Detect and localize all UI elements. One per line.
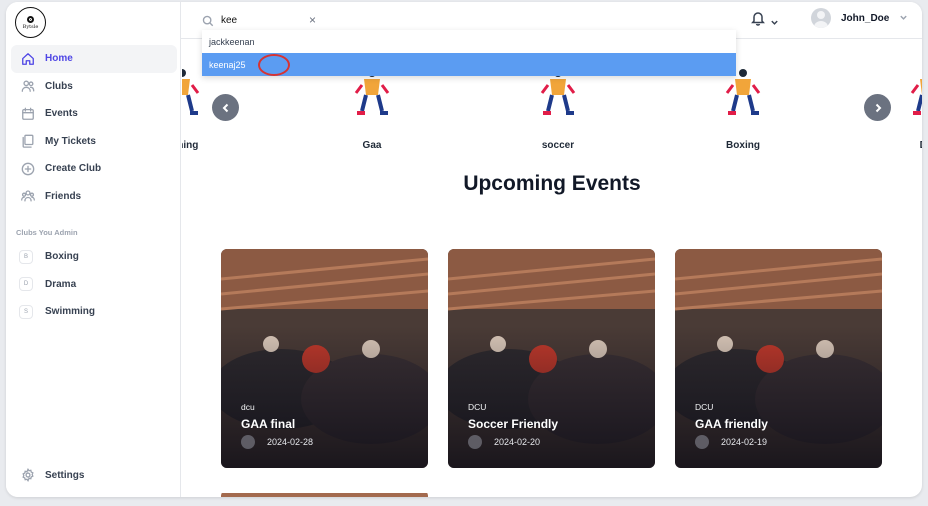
event-date-row: 2024-02-28 (241, 435, 313, 449)
event-title: GAA friendly (695, 417, 768, 431)
calendar-icon (695, 435, 709, 449)
nav-item-label: Create Club (45, 163, 102, 175)
calendar-icon (241, 435, 255, 449)
chevron-down-icon[interactable] (770, 14, 779, 32)
category-label: Boxing (726, 140, 760, 151)
category-illustration (182, 69, 200, 115)
category-illustration (910, 79, 922, 115)
category-soccer[interactable]: soccer (518, 67, 598, 151)
category-label: mming (182, 140, 199, 151)
bell-icon[interactable] (751, 10, 765, 26)
club-label: Boxing (45, 251, 79, 263)
category-label: soccer (541, 140, 575, 151)
chevron-right-icon (875, 103, 881, 112)
chevron-down-icon (899, 9, 908, 27)
event-club: DCU (695, 402, 714, 412)
settings-link[interactable]: Settings (21, 468, 84, 482)
event-date: 2024-02-28 (267, 437, 314, 447)
club-badge: D (19, 277, 33, 292)
club-badge: S (19, 304, 33, 319)
category-gaa[interactable]: Gaa (332, 67, 412, 151)
admin-clubs-list: B Boxing D Drama S Swimming (11, 243, 177, 326)
event-club: DCU (468, 402, 487, 412)
event-date: 2024-02-20 (494, 437, 541, 447)
nav-item-home[interactable]: Home (11, 45, 177, 73)
suggestion-item[interactable]: jackkeenan (202, 30, 736, 53)
club-label: Drama (45, 278, 77, 290)
carousel-next-button[interactable] (864, 94, 891, 121)
nav-item-clubs[interactable]: Clubs (11, 73, 177, 101)
avatar (811, 8, 831, 28)
club-label: Swimming (45, 306, 96, 318)
username: John_Doe (841, 12, 890, 24)
event-date: 2024-02-19 (721, 437, 768, 447)
app-window: Bytsle Home Clubs Events My Tickets Crea… (6, 2, 922, 497)
event-title: GAA final (241, 417, 296, 431)
admin-club-boxing[interactable]: B Boxing (11, 243, 177, 271)
event-date-row: 2024-02-20 (468, 435, 540, 449)
event-card-partial[interactable] (221, 490, 428, 497)
club-badge: B (19, 249, 33, 264)
nav-item-events[interactable]: Events (11, 100, 177, 128)
upcoming-events-heading: Upcoming Events (463, 172, 641, 195)
event-date-row: 2024-02-19 (695, 435, 767, 449)
nav-item-create-club[interactable]: Create Club (11, 155, 177, 183)
logo-mark (27, 15, 34, 23)
nav-item-label: Clubs (45, 80, 73, 92)
category-boxing[interactable]: Boxing (703, 67, 783, 151)
category-carousel: mming Gaa soccer Boxing Dra (182, 67, 922, 157)
main-nav: Home Clubs Events My Tickets Create Club… (11, 45, 177, 210)
nav-item-label: Friends (45, 190, 82, 202)
admin-club-swimming[interactable]: S Swimming (11, 298, 177, 326)
logo-text: Bytsle (22, 23, 39, 30)
friends-icon (21, 189, 35, 203)
event-photo (221, 493, 428, 497)
settings-label: Settings (45, 469, 85, 481)
nav-item-label: Events (45, 108, 78, 120)
chevron-left-icon (222, 103, 228, 112)
admin-club-drama[interactable]: D Drama (11, 271, 177, 299)
users-icon (21, 79, 35, 93)
sidebar: Bytsle Home Clubs Events My Tickets Crea… (6, 2, 181, 497)
app-logo[interactable]: Bytsle (15, 7, 46, 38)
event-card[interactable]: DCU Soccer Friendly 2024-02-20 (448, 249, 655, 468)
clear-search-icon[interactable]: × (309, 12, 316, 28)
nav-item-label: My Tickets (45, 135, 96, 147)
tickets-icon (21, 134, 35, 149)
plus-circle-icon (21, 162, 35, 176)
nav-item-label: Home (45, 53, 73, 65)
search-input[interactable] (221, 12, 311, 28)
event-card[interactable]: DCU GAA friendly 2024-02-19 (675, 249, 882, 468)
admin-clubs-heading: Clubs You Admin (16, 228, 78, 237)
user-menu[interactable]: John_Doe (811, 8, 908, 28)
gear-icon (22, 468, 34, 482)
category-label: Dra (888, 140, 922, 151)
home-icon (21, 52, 35, 66)
nav-item-friends[interactable]: Friends (11, 183, 177, 211)
calendar-icon (468, 435, 482, 449)
event-club: dcu (241, 402, 255, 412)
event-card[interactable]: dcu GAA final 2024-02-28 (221, 249, 428, 468)
carousel-prev-button[interactable] (212, 94, 239, 121)
category-drama[interactable]: Dra (888, 67, 922, 151)
category-label: Gaa (362, 140, 382, 151)
click-highlight-marker (258, 54, 290, 76)
calendar-icon (21, 107, 35, 121)
event-title: Soccer Friendly (468, 417, 559, 431)
search-icon (202, 14, 214, 27)
nav-item-my-tickets[interactable]: My Tickets (11, 128, 177, 156)
